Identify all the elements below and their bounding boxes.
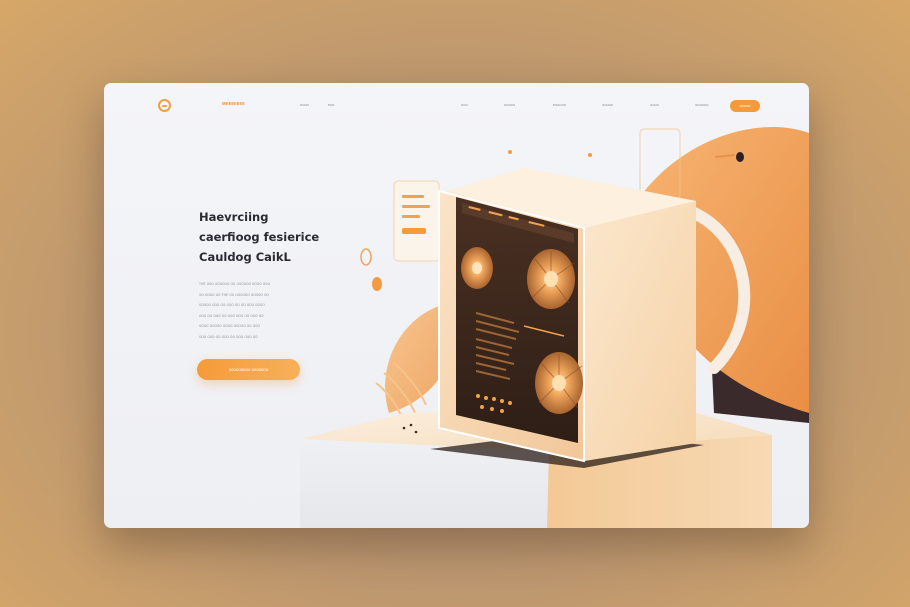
floating-drop-shape xyxy=(372,277,382,291)
ui-card-line xyxy=(402,215,420,218)
cube-right-face xyxy=(584,201,696,461)
hero-description-line: ᴛʜᴇ ᴏᴏᴏ ᴏᴏᴏᴏᴏᴏ ᴏᴏ ᴏᴏᴏᴏᴏᴏ ᴏᴏᴏᴏ ᴏᴏᴏ xyxy=(199,281,270,286)
floating-dot xyxy=(508,150,512,154)
hero-description: ᴛʜᴇ ᴏᴏᴏ ᴏᴏᴏᴏᴏᴏ ᴏᴏ ᴏᴏᴏᴏᴏᴏ ᴏᴏᴏᴏ ᴏᴏᴏ ᴏᴏ ᴏᴏᴏ… xyxy=(199,279,319,342)
floating-ring-shape xyxy=(360,248,372,266)
floating-dot xyxy=(588,153,592,157)
bird-eye-icon xyxy=(736,152,744,162)
fan-hub xyxy=(472,262,482,274)
ui-card-button xyxy=(402,228,426,234)
hero-title-line: caerfioog fesierice xyxy=(199,230,320,244)
debris-dot xyxy=(409,423,413,427)
floating-ui-card xyxy=(393,180,440,262)
hero-description-line: ᴏᴏ ᴏᴏᴏᴏ ᴏᴏ ᴛʜᴇ ᴏᴏ ᴏᴏᴏᴏᴏᴏ ᴏᴏᴏᴏᴏ ᴏᴏ xyxy=(199,291,269,297)
hero-title-line: Cauldog CaikL xyxy=(199,250,291,264)
fan-hub xyxy=(552,375,566,391)
ui-card-line xyxy=(402,195,424,198)
landing-page-window: ᴍᴇᴇᴇᴇᴇᴇᴇ ᴏᴏᴏᴏ ᴇᴏᴏ ᴏᴏᴏ ᴏᴏᴏᴏᴏ ᴇᴏᴏᴏᴏᴏ ᴏᴏᴏᴏᴏ… xyxy=(104,83,809,528)
debris-dot xyxy=(414,430,418,434)
debris-dot xyxy=(402,426,406,430)
ui-card-line xyxy=(402,205,430,208)
hero-description-line: ᴏᴏᴏ ᴏᴏ ᴏᴏᴏ ᴏᴏ ᴏᴏᴏ ᴏᴏᴏ ᴏᴏ ᴏᴏᴏ ᴏᴏ xyxy=(199,312,264,318)
hero-cta-button[interactable]: ᴏᴏᴏᴏᴏᴏᴏᴏᴏ ᴏᴏᴏᴏᴏᴏᴏ xyxy=(197,359,300,380)
hero-description-line: ᴏᴏᴏᴏᴏ ᴏᴏᴏ ᴏᴏ ᴏᴏᴏ ᴏᴏ ᴏᴏ ᴏᴏᴏ ᴏᴏᴏᴏ xyxy=(199,302,265,307)
fan-hub xyxy=(544,271,558,287)
hero-description-line: ᴏᴏᴏ ᴏᴏᴏ ᴏᴏ ᴏᴏᴏ ᴏᴏ ᴏᴏᴏ ᴏᴏᴏ ᴏᴏ xyxy=(199,333,258,339)
hero-title-line: Haevrciing xyxy=(199,210,269,224)
hero-title: Haevrciing caerfioog fesierice Cauldog C… xyxy=(199,207,339,267)
hero-description-line: ᴏᴏᴏᴏ ᴏᴏᴏᴏᴏ ᴏᴏᴏᴏ ᴏᴏᴏᴏᴏ ᴏᴏ ᴏᴏᴏ xyxy=(199,323,260,328)
